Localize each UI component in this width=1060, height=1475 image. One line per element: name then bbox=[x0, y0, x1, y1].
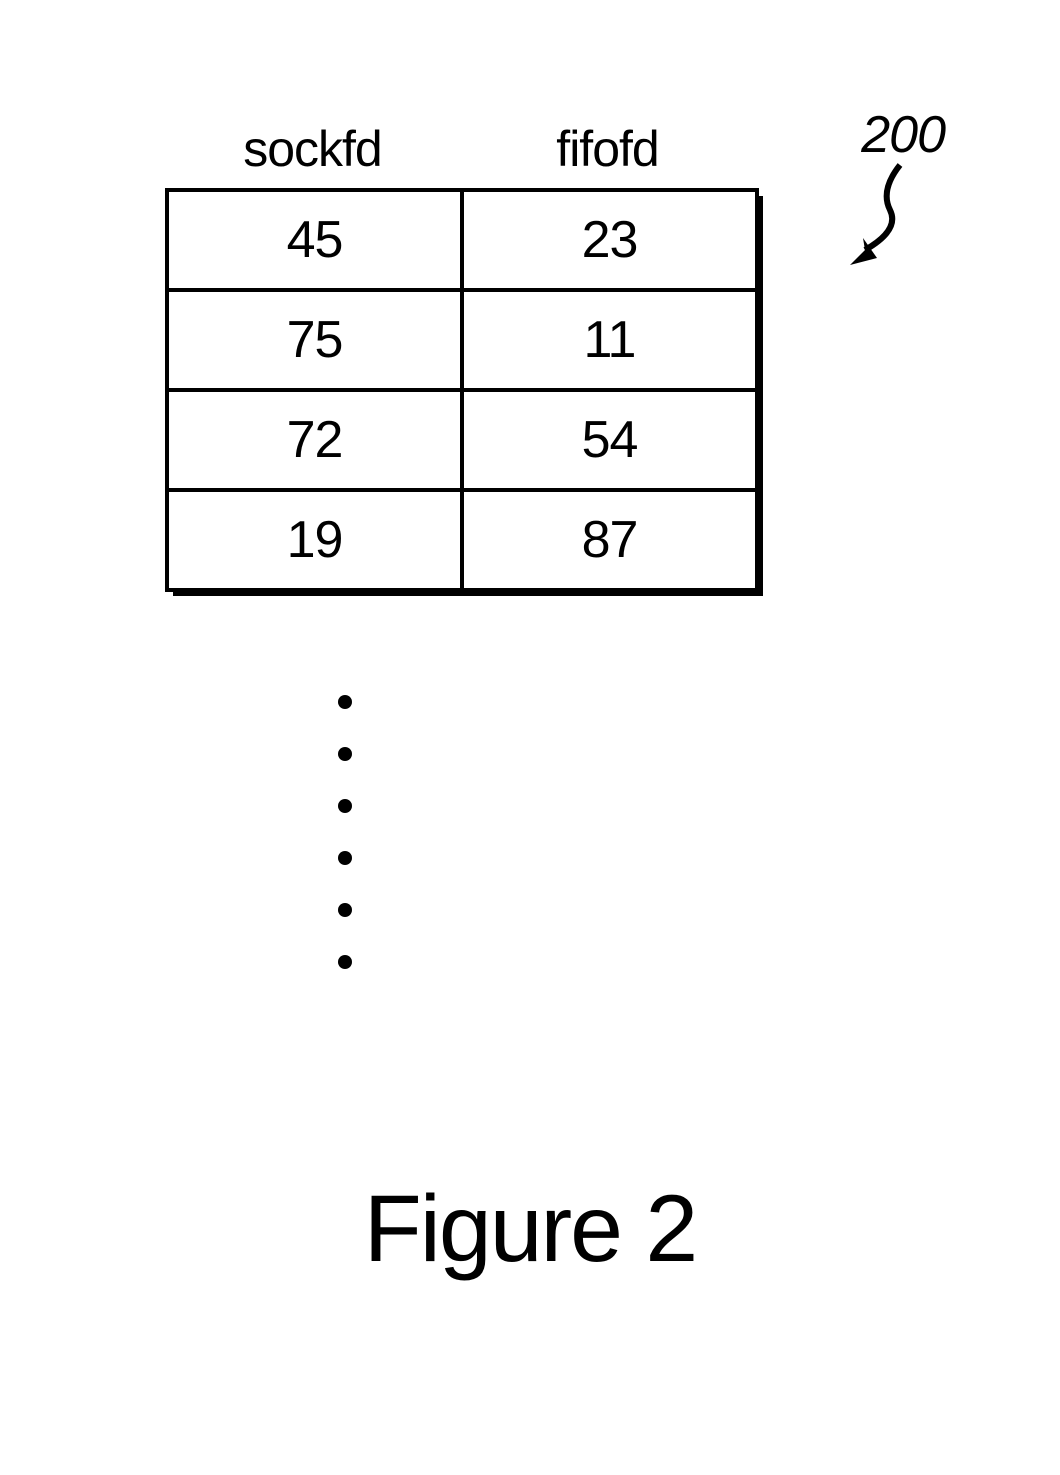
header-fifofd: fifofd bbox=[460, 120, 755, 178]
dot-icon bbox=[338, 955, 352, 969]
dot-icon bbox=[338, 799, 352, 813]
cell-sockfd: 19 bbox=[167, 490, 462, 590]
header-sockfd: sockfd bbox=[165, 120, 460, 178]
fd-mapping-table: 45 23 75 11 72 54 19 87 bbox=[165, 188, 759, 592]
dot-icon bbox=[338, 695, 352, 709]
reference-number: 200 bbox=[861, 105, 945, 165]
cell-fifofd: 87 bbox=[462, 490, 757, 590]
table-wrapper: 45 23 75 11 72 54 19 87 bbox=[165, 188, 759, 592]
reference-arrow-icon bbox=[835, 160, 925, 270]
table-row: 45 23 bbox=[167, 190, 757, 290]
cell-fifofd: 54 bbox=[462, 390, 757, 490]
table-header-row: sockfd fifofd bbox=[165, 120, 940, 178]
figure-container: sockfd fifofd 45 23 75 11 72 54 19 87 bbox=[120, 120, 940, 597]
figure-caption: Figure 2 bbox=[0, 1175, 1060, 1284]
continuation-dots bbox=[338, 695, 352, 969]
dot-icon bbox=[338, 851, 352, 865]
table-row: 75 11 bbox=[167, 290, 757, 390]
dot-icon bbox=[338, 747, 352, 761]
cell-sockfd: 72 bbox=[167, 390, 462, 490]
cell-sockfd: 45 bbox=[167, 190, 462, 290]
table-row: 72 54 bbox=[167, 390, 757, 490]
cell-fifofd: 23 bbox=[462, 190, 757, 290]
cell-sockfd: 75 bbox=[167, 290, 462, 390]
table-row: 19 87 bbox=[167, 490, 757, 590]
dot-icon bbox=[338, 903, 352, 917]
cell-fifofd: 11 bbox=[462, 290, 757, 390]
